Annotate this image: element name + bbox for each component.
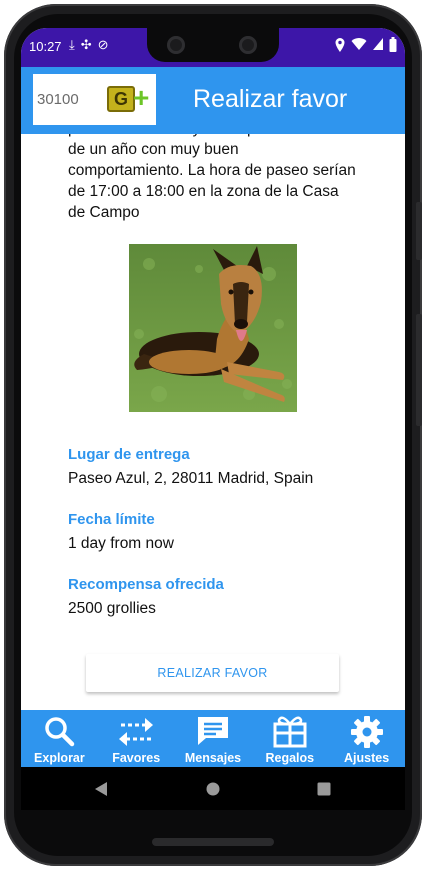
nav-label: Ajustes	[344, 751, 390, 765]
nav-regalos[interactable]: Regalos	[251, 710, 328, 767]
do-favor-button[interactable]: REALIZAR FAVOR	[86, 654, 339, 692]
nav-label: Explorar	[34, 751, 85, 765]
grollies-logo-icon: G	[107, 86, 135, 112]
reward-value: 2500 grollies	[68, 600, 156, 617]
fan-icon: ✣	[80, 37, 92, 52]
balance-value: 30100	[37, 91, 79, 108]
page-title: Realizar favor	[193, 85, 348, 113]
volume-button	[416, 314, 422, 426]
nav-favores[interactable]: Favores	[98, 710, 175, 767]
app-bar: 30100 G + Realizar favor	[21, 67, 405, 134]
nav-label: Regalos	[265, 751, 315, 765]
front-camera	[167, 36, 185, 54]
do-not-disturb-icon: ⊘	[97, 37, 109, 52]
nav-label: Favores	[112, 751, 161, 765]
gift-icon	[273, 716, 307, 748]
status-bar: 10:27 ⤓ ✣ ⊘	[21, 28, 405, 67]
favor-description: para mañana. Toby es un pastor alemán de…	[68, 134, 356, 221]
add-balance-icon[interactable]: +	[133, 82, 149, 114]
delivery-place-label: Lugar de entrega	[68, 446, 190, 463]
nav-ajustes[interactable]: Ajustes	[328, 710, 405, 767]
download-icon: ⤓	[69, 37, 75, 52]
deadline-label: Fecha límite	[68, 511, 155, 528]
status-time: 10:27	[29, 39, 62, 54]
gear-icon	[350, 716, 383, 748]
dog-image	[129, 244, 297, 412]
nav-explorar[interactable]: Explorar	[21, 710, 98, 767]
speaker-grille	[152, 838, 274, 846]
balance-box[interactable]: 30100 G +	[33, 74, 156, 125]
search-icon	[45, 717, 75, 747]
recents-icon[interactable]	[317, 782, 331, 796]
reward-label: Recompensa ofrecida	[68, 576, 224, 593]
power-button	[416, 202, 422, 260]
nav-label: Mensajes	[184, 751, 242, 765]
camera-notch	[147, 28, 279, 62]
wifi-icon	[351, 38, 367, 50]
swap-arrows-icon	[119, 718, 154, 746]
system-nav-bar	[21, 767, 405, 810]
bottom-nav: Explorar Favores Mensajes Regalos Ajuste…	[21, 710, 405, 767]
delivery-place-value: Paseo Azul, 2, 28011 Madrid, Spain	[68, 470, 314, 487]
location-icon	[335, 38, 345, 52]
front-camera	[239, 36, 257, 54]
battery-icon	[389, 37, 397, 52]
favor-detail: para mañana. Toby es un pastor alemán de…	[21, 134, 405, 710]
nav-mensajes[interactable]: Mensajes	[175, 710, 252, 767]
home-icon[interactable]	[206, 782, 220, 796]
message-icon	[197, 717, 228, 745]
favor-photo	[129, 244, 297, 412]
screen: 10:27 ⤓ ✣ ⊘ 30100 G + Realizar favor par…	[21, 28, 405, 810]
back-icon[interactable]	[94, 781, 108, 797]
deadline-value: 1 day from now	[68, 535, 174, 552]
signal-icon	[373, 38, 383, 50]
